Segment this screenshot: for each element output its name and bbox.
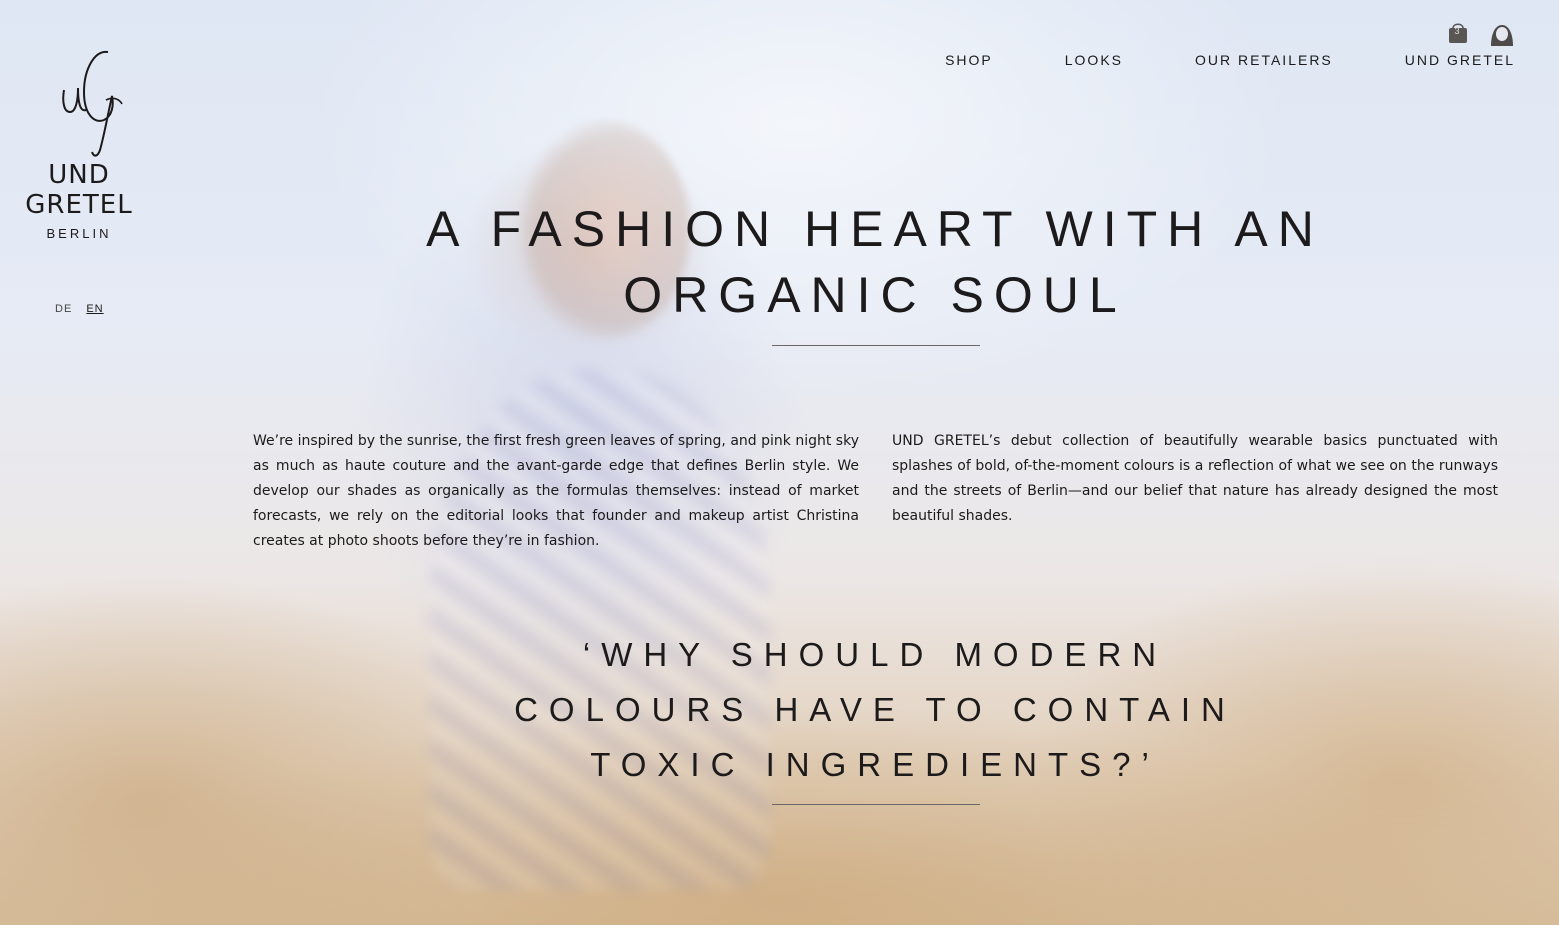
main-nav: SHOP LOOKS OUR RETAILERS UND GRETEL (945, 52, 1515, 68)
account-button[interactable] (1489, 22, 1515, 46)
nav-item-und-gretel[interactable]: UND GRETEL (1405, 52, 1515, 68)
lang-option-de[interactable]: DE (55, 303, 72, 315)
logo-text-gretel: GRETEL (25, 190, 133, 220)
user-icon (1491, 25, 1513, 46)
brand-logo[interactable]: UND GRETEL BERLIN (10, 40, 148, 241)
quote-line-3: TOXIC INGREDIENTS?’ (590, 746, 1160, 783)
pull-quote: ‘WHY SHOULD MODERN COLOURS HAVE TO CONTA… (400, 627, 1350, 792)
intro-text-right: UND GRETEL’s debut collection of beautif… (892, 433, 1498, 524)
cart-button[interactable]: 3 (1446, 20, 1470, 44)
monogram-logo-icon (62, 50, 123, 157)
logo-text-city: BERLIN (46, 226, 112, 241)
headline-divider (772, 345, 980, 346)
language-switcher: DE EN (55, 303, 114, 315)
logo-text-und: UND (48, 160, 110, 190)
lang-option-en[interactable]: EN (86, 303, 103, 315)
quote-line-1: ‘WHY SHOULD MODERN (582, 636, 1168, 673)
quote-divider (772, 804, 980, 805)
cart-count-badge: 3 (1454, 26, 1460, 36)
quote-line-2: COLOURS HAVE TO CONTAIN (514, 691, 1236, 728)
nav-item-our-retailers[interactable]: OUR RETAILERS (1195, 52, 1333, 68)
nav-item-shop[interactable]: SHOP (945, 52, 993, 68)
nav-item-looks[interactable]: LOOKS (1065, 52, 1123, 68)
hero-headline: A FASHION HEART WITH AN ORGANIC SOUL (426, 201, 1324, 323)
intro-text-left: We’re inspired by the sunrise, the first… (253, 433, 859, 549)
